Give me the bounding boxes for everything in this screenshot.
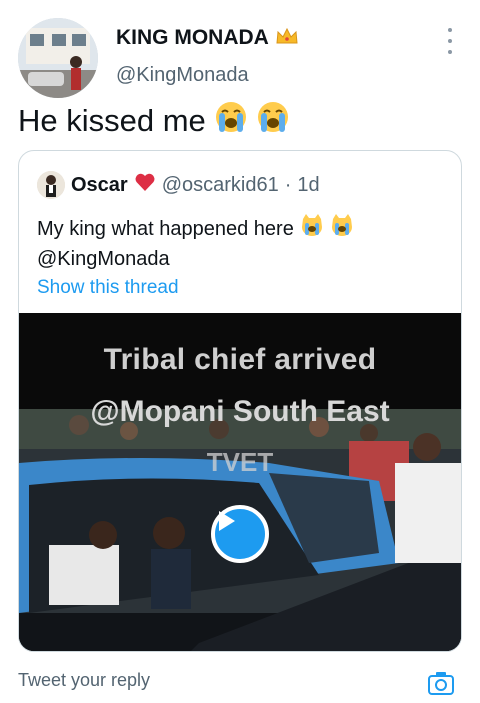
quoted-tweet-header: Oscar @oscarkid61 · 1d xyxy=(37,171,320,199)
red-heart-emoji xyxy=(134,172,156,198)
crying-cat-face-emoji xyxy=(330,213,354,245)
quoted-tweet-card[interactable]: Oscar @oscarkid61 · 1d My king what happ… xyxy=(18,150,462,652)
author-handle[interactable]: @KingMonada xyxy=(116,64,249,87)
quoted-author-avatar[interactable] xyxy=(37,171,65,199)
quoted-tweet-text: My king what happened here @KingMonada xyxy=(37,213,437,273)
loudly-crying-face-emoji xyxy=(214,100,248,142)
play-button[interactable] xyxy=(211,505,269,563)
avatar-photo xyxy=(18,18,98,98)
quoted-text-line1: My king what happened here xyxy=(37,218,294,240)
video-caption-line1: Tribal chief arrived xyxy=(103,343,377,376)
loudly-crying-face-emoji xyxy=(256,100,290,142)
dot-separator: · xyxy=(284,173,292,196)
more-options-icon[interactable] xyxy=(440,28,460,54)
video-caption-line2: @Mopani South East xyxy=(90,395,390,428)
author-name-row: KING MONADA xyxy=(116,26,299,50)
play-icon xyxy=(219,511,235,531)
mention-link[interactable]: @KingMonada xyxy=(37,245,437,273)
reply-prompt[interactable]: Tweet your reply xyxy=(18,670,150,691)
quoted-timestamp[interactable]: 1d xyxy=(297,174,319,197)
tweet-text-row: He kissed me xyxy=(18,100,290,142)
author-display-name[interactable]: KING MONADA xyxy=(116,26,269,50)
quoted-handle[interactable]: @oscarkid61 xyxy=(162,174,279,197)
crown-emoji xyxy=(275,27,299,50)
crying-cat-face-emoji xyxy=(300,213,324,245)
quoted-display-name[interactable]: Oscar xyxy=(71,174,128,197)
camera-icon[interactable] xyxy=(426,668,456,698)
video-thumbnail[interactable]: Tribal chief arrived @Mopani South East … xyxy=(19,313,461,651)
show-thread-link[interactable]: Show this thread xyxy=(37,277,179,299)
video-caption-line3: TVET xyxy=(206,447,274,477)
tweet-text: He kissed me xyxy=(18,103,206,138)
author-avatar[interactable] xyxy=(18,18,98,98)
